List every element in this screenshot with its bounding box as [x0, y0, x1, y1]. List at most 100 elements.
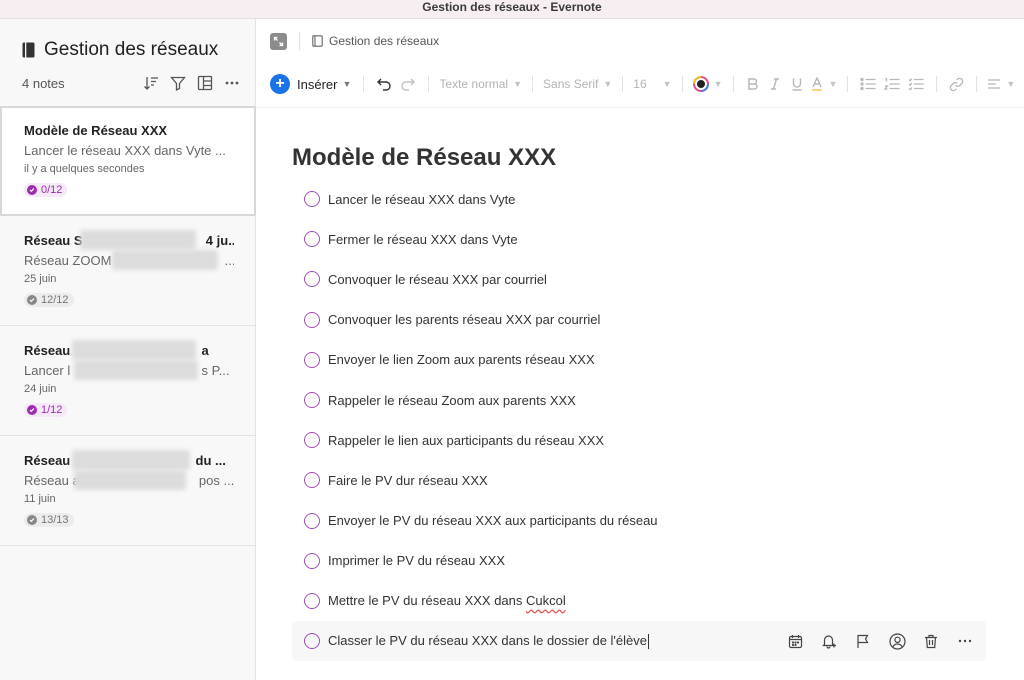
task-text[interactable]: Envoyer le PV du réseau XXX aux particip… [328, 513, 658, 528]
task-item[interactable]: Faire le PV dur réseau XXX [292, 460, 986, 500]
insert-button[interactable]: + Insérer ▼ [270, 72, 355, 96]
font-family-dropdown[interactable]: Sans Serif ▼ [541, 72, 614, 96]
task-checkbox[interactable] [304, 432, 320, 449]
task-item[interactable]: Mettre le PV du réseau XXX dans Cukcol [292, 581, 986, 621]
task-checkbox[interactable] [304, 311, 320, 328]
note-title-start: Réseau [24, 343, 71, 358]
task-item[interactable]: Convoquer les parents réseau XXX par cou… [292, 300, 986, 340]
task-checkbox[interactable] [304, 592, 320, 609]
task-text[interactable]: Faire le PV dur réseau XXX [328, 473, 488, 488]
task-text-start: Mettre le PV du réseau XXX dans [328, 593, 526, 609]
task-item[interactable]: Imprimer le PV du réseau XXX [292, 541, 986, 581]
task-text[interactable]: Envoyer le lien Zoom aux parents réseau … [328, 352, 595, 367]
task-checkbox[interactable] [304, 472, 320, 489]
task-checkbox[interactable] [304, 633, 320, 650]
bold-button[interactable] [742, 72, 764, 96]
flag-icon[interactable] [854, 632, 872, 650]
task-checkbox[interactable] [304, 271, 320, 288]
note-snippet: Lancer le réseau XXX dans Vyte ... [24, 143, 226, 158]
undo-button[interactable] [372, 72, 396, 96]
view-layout-icon[interactable] [196, 74, 214, 92]
link-icon [950, 77, 964, 91]
task-item[interactable]: Convoquer le réseau XXX par courriel [292, 259, 986, 299]
task-item[interactable]: Fermer le réseau XXX dans Vyte [292, 219, 986, 259]
task-item[interactable]: Rappeler le lien aux participants du rés… [292, 420, 986, 460]
underline-button[interactable] [786, 72, 808, 96]
task-text[interactable]: Fermer le réseau XXX dans Vyte [328, 232, 518, 247]
breadcrumb: Gestion des réseaux [270, 32, 439, 50]
task-item[interactable]: Envoyer le PV du réseau XXX aux particip… [292, 501, 986, 541]
chevron-down-icon: ▼ [342, 79, 352, 89]
task-progress-text: 0/12 [41, 184, 63, 196]
due-date-icon[interactable] [786, 632, 804, 650]
task-item-focused[interactable]: Classer le PV du réseau XXX dans le doss… [292, 621, 986, 662]
task-text[interactable]: Convoquer les parents réseau XXX par cou… [328, 312, 600, 327]
filter-icon[interactable] [169, 74, 187, 92]
text-color-dropdown[interactable]: ▼ [691, 72, 725, 96]
note-snippet-end: s P... [201, 363, 230, 378]
task-checkbox[interactable] [304, 191, 320, 208]
note-list: Modèle de Réseau XXX Lancer le réseau XX… [0, 106, 256, 546]
misspelled-word[interactable]: Cukcol [526, 593, 566, 608]
note-date: il y a quelques secondes [24, 163, 145, 175]
task-item[interactable]: Rappeler le réseau Zoom aux parents XXX [292, 380, 986, 420]
task-text[interactable]: Rappeler le réseau Zoom aux parents XXX [328, 393, 576, 408]
alignment-dropdown[interactable]: ▼ [985, 72, 1017, 96]
check-circle-icon [27, 405, 37, 415]
note-title-heading[interactable]: Modèle de Réseau XXX [292, 144, 556, 172]
insert-link-button[interactable] [945, 72, 968, 96]
bold-icon [747, 78, 758, 90]
task-checkbox[interactable] [304, 512, 320, 529]
note-snippet-start: Réseau a [24, 473, 80, 488]
expand-icon[interactable] [270, 32, 287, 50]
more-options-icon[interactable] [956, 632, 974, 650]
text-style-value: Texte normal [439, 77, 509, 91]
task-text[interactable]: Convoquer le réseau XXX par courriel [328, 272, 547, 287]
note-card[interactable]: Réseau du ... Réseau a pos ... 11 juin 1… [0, 436, 256, 546]
breadcrumb-divider [299, 32, 300, 50]
font-size-dropdown[interactable]: 16 ▼ [631, 72, 673, 96]
note-card[interactable]: Réseau S 4 ju... Réseau ZOOM ... 25 juin… [0, 216, 256, 326]
task-item[interactable]: Lancer le réseau XXX dans Vyte [292, 179, 986, 219]
reminder-bell-icon[interactable] [820, 632, 838, 650]
task-text[interactable]: Rappeler le lien aux participants du rés… [328, 433, 604, 448]
blurred-text [80, 230, 196, 250]
task-text[interactable]: Imprimer le PV du réseau XXX [328, 553, 505, 568]
task-text[interactable]: Classer le PV du réseau XXX dans le doss… [328, 633, 649, 650]
chevron-down-icon: ▼ [828, 79, 838, 89]
more-options-icon[interactable] [223, 74, 241, 92]
redo-button[interactable] [396, 72, 420, 96]
note-editor: Gestion des réseaux + Insérer ▼ Texte no… [256, 19, 1024, 680]
numbered-list-button[interactable] [880, 72, 904, 96]
task-checkbox[interactable] [304, 392, 320, 409]
text-style-dropdown[interactable]: Texte normal ▼ [437, 72, 524, 96]
chevron-down-icon: ▼ [662, 79, 672, 89]
task-progress-badge: 0/12 [24, 183, 68, 197]
note-title-end: du ... [195, 453, 226, 468]
chevron-down-icon: ▼ [603, 79, 613, 89]
numbered-list-icon [884, 77, 900, 90]
task-checkbox[interactable] [304, 351, 320, 368]
assign-user-icon[interactable] [888, 632, 906, 650]
task-progress-text: 1/12 [41, 404, 63, 416]
task-checkbox[interactable] [304, 552, 320, 569]
note-title: Modèle de Réseau XXX [24, 123, 168, 138]
note-card-selected[interactable]: Modèle de Réseau XXX Lancer le réseau XX… [0, 106, 256, 216]
italic-button[interactable] [764, 72, 786, 96]
bullet-list-button[interactable] [856, 72, 880, 96]
breadcrumb-notebook[interactable]: Gestion des réseaux [329, 34, 439, 48]
toolbar-divider-line [256, 107, 1024, 108]
text-caret [648, 634, 649, 650]
checklist-button[interactable] [904, 72, 928, 96]
task-text[interactable]: Lancer le réseau XXX dans Vyte [328, 192, 515, 207]
toolbar-divider [847, 76, 849, 92]
task-checkbox[interactable] [304, 231, 320, 248]
trash-icon[interactable] [922, 632, 940, 650]
task-text[interactable]: Mettre le PV du réseau XXX dans Cukcol [328, 593, 566, 608]
sort-icon[interactable] [142, 74, 160, 92]
highlight-dropdown[interactable]: ▼ [808, 72, 840, 96]
blurred-text [74, 360, 198, 380]
note-card[interactable]: Réseau a Lancer l s P... 24 juin 1/12 [0, 326, 256, 436]
check-circle-icon [27, 295, 37, 305]
task-item[interactable]: Envoyer le lien Zoom aux parents réseau … [292, 340, 986, 380]
